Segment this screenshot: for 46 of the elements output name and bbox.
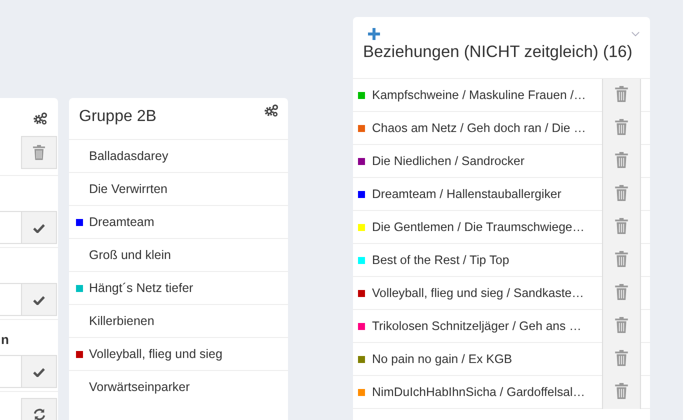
relation-name: Best of the Rest / Tip Top bbox=[372, 253, 510, 267]
relation-name: Kampfschweine / Maskuline Frauen /… bbox=[372, 88, 586, 102]
confirm-button[interactable] bbox=[21, 355, 57, 388]
relation-name: Dreamteam / Hallenstauballergiker bbox=[372, 187, 562, 201]
trash-icon bbox=[615, 350, 628, 366]
relation-name: Chaos am Netz / Geh doch ran / Die … bbox=[372, 121, 586, 135]
settings-icon[interactable] bbox=[33, 112, 48, 125]
check-icon bbox=[33, 366, 45, 376]
relation-name: Die Niedlichen / Sandrocker bbox=[372, 154, 524, 168]
trash-icon bbox=[615, 152, 628, 168]
trash-icon bbox=[615, 86, 628, 102]
confirm-button[interactable] bbox=[21, 283, 57, 316]
delete-button[interactable] bbox=[602, 79, 641, 112]
chevron-down-icon[interactable] bbox=[631, 31, 640, 37]
trash-icon bbox=[615, 383, 628, 399]
relation-name: Die Gentlemen / Die Traumschwiege… bbox=[372, 220, 585, 234]
group-title: Gruppe 2B bbox=[79, 108, 156, 126]
trash-icon bbox=[33, 145, 45, 160]
relation-name: No pain no gain / Ex KGB bbox=[372, 352, 512, 366]
check-icon bbox=[33, 222, 45, 232]
team-name: Groß und klein bbox=[89, 248, 171, 262]
refresh-icon bbox=[32, 408, 46, 420]
trash-icon bbox=[615, 218, 628, 234]
field-label: n bbox=[1, 332, 9, 347]
confirm-button[interactable] bbox=[21, 211, 57, 244]
relation-name: NimDuIchHabIhnSicha / Gardoffelsal… bbox=[372, 385, 586, 399]
team-name: Vorwärtseinparker bbox=[89, 380, 190, 394]
relation-name: Trikolosen Schnitzeljäger / Geh ans … bbox=[372, 319, 582, 333]
trash-icon bbox=[615, 119, 628, 135]
check-icon bbox=[33, 294, 45, 304]
team-name: Dreamteam bbox=[89, 215, 154, 229]
team-name: Killerbienen bbox=[89, 314, 154, 328]
plus-icon[interactable] bbox=[368, 28, 380, 40]
settings-icon[interactable] bbox=[264, 104, 279, 117]
trash-icon bbox=[615, 251, 628, 267]
team-name: Die Verwirrten bbox=[89, 182, 168, 196]
trash-icon bbox=[615, 284, 628, 300]
team-name: Balladasdarey bbox=[89, 149, 168, 163]
team-name: Volleyball, flieg und sieg bbox=[89, 347, 222, 361]
relation-name: Volleyball, flieg und sieg / Sandkaste… bbox=[372, 286, 584, 300]
team-name: Hängt´s Netz tiefer bbox=[89, 281, 194, 295]
trash-icon bbox=[615, 317, 628, 333]
trash-icon bbox=[615, 185, 628, 201]
delete-button[interactable] bbox=[21, 136, 57, 169]
relations-title: Beziehungen (NICHT zeitgleich) (16) bbox=[363, 43, 634, 62]
delete-button[interactable] bbox=[602, 376, 641, 409]
